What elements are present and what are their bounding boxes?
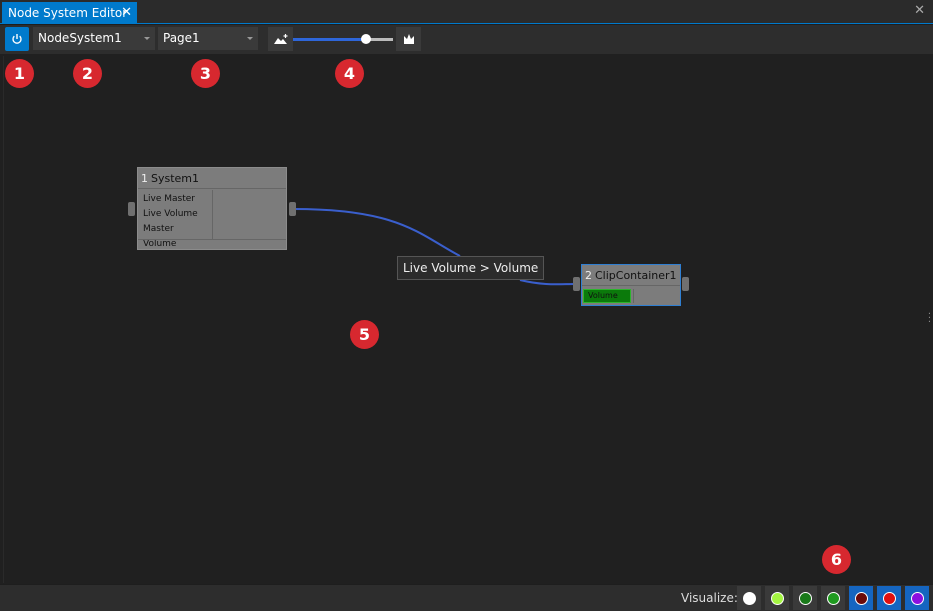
callout-badge-5: 5 — [350, 320, 379, 349]
color-dot-icon — [882, 591, 896, 605]
color-dot-icon — [742, 591, 756, 605]
color-dot-icon — [826, 591, 840, 605]
visualize-swatch-button[interactable] — [821, 586, 845, 610]
node-body: Live Master Live Volume Master Volume — [138, 190, 286, 249]
node-system-editor-window: Node System Editor ✕ ✕ NodeSystem1 Page1 — [0, 0, 933, 611]
node-clipcontainer1[interactable]: 2 ClipContainer1 Volume — [581, 264, 681, 306]
callout-badge-1: 1 — [5, 59, 34, 88]
node-body: Volume — [583, 289, 679, 304]
node-number: 1 — [141, 172, 148, 185]
node-input-live-volume[interactable]: Live Volume — [143, 207, 207, 222]
node-name: System1 — [151, 172, 200, 185]
node-input-port[interactable] — [128, 202, 135, 216]
connections-layer — [293, 208, 576, 286]
visualize-swatch-button[interactable] — [765, 586, 789, 610]
color-dot-icon — [910, 591, 924, 605]
node-input-port[interactable] — [573, 277, 580, 291]
callout-badge-4: 4 — [335, 59, 364, 88]
connection-tooltip: Live Volume > Volume — [397, 256, 545, 280]
node-input-volume[interactable]: Volume — [583, 289, 631, 303]
callout-badge-2: 2 — [73, 59, 102, 88]
node-title: 1 System1 — [138, 168, 286, 189]
node-system1[interactable]: 1 System1 Live Master Live Volume Master … — [137, 167, 287, 250]
node-input-list: Live Master Live Volume Master Volume — [138, 190, 213, 249]
color-dot-icon — [854, 591, 868, 605]
visualize-swatch-button[interactable] — [905, 586, 929, 610]
node-output-area — [633, 289, 679, 303]
node-title: 2 ClipContainer1 — [582, 265, 680, 286]
color-dot-icon — [770, 591, 784, 605]
node-number: 2 — [585, 269, 592, 282]
visualize-swatch-button[interactable] — [737, 586, 761, 610]
node-footer — [138, 239, 286, 249]
callout-badge-3: 3 — [191, 59, 220, 88]
node-output-port[interactable] — [682, 277, 689, 291]
node-output-port[interactable] — [289, 202, 296, 216]
visualize-swatch-button[interactable] — [793, 586, 817, 610]
visualize-swatch-button[interactable] — [877, 586, 901, 610]
color-dot-icon — [798, 591, 812, 605]
callout-badge-6: 6 — [822, 545, 851, 574]
visualize-label: Visualize: — [681, 591, 738, 605]
node-name: ClipContainer1 — [595, 269, 677, 282]
visualize-swatch-button[interactable] — [849, 586, 873, 610]
status-bar: Visualize: — [0, 585, 933, 611]
node-input-live-master[interactable]: Live Master — [143, 192, 207, 207]
